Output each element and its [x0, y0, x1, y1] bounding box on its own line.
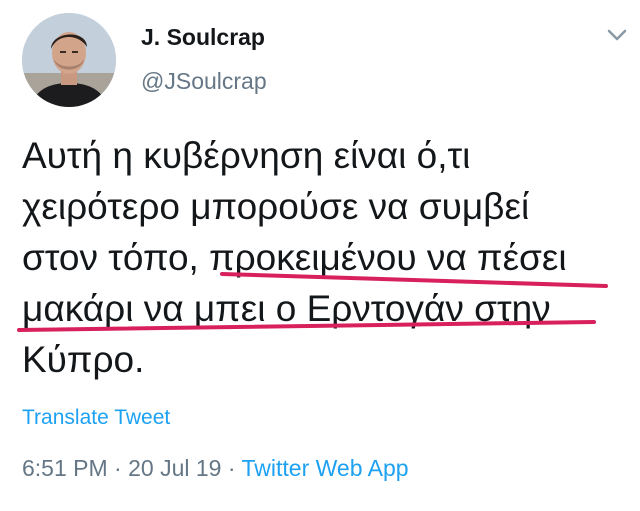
tweet-time[interactable]: 6:51 PM: [22, 455, 108, 481]
tweet-text-line: μακάρι να μπει ο Ερντογάν στην: [22, 288, 551, 329]
tweet-text-line: Κύπρο.: [22, 339, 145, 380]
tweet-card: J. Soulcrap @JSoulcrap Αυτή η κυβέρνηση …: [0, 0, 640, 511]
tweet-text-line: Αυτή η κυβέρνηση είναι ό,τι: [22, 135, 471, 176]
chevron-down-icon[interactable]: [603, 24, 631, 46]
tweet-text-line: στον τόπο, προκειμένου να πέσει: [22, 237, 567, 278]
translate-tweet-link[interactable]: Translate Tweet: [22, 406, 170, 430]
tweet-source-link[interactable]: Twitter Web App: [242, 455, 409, 481]
author-display-name[interactable]: J. Soulcrap: [141, 24, 265, 51]
tweet-text: Αυτή η κυβέρνηση είναι ό,τι χειρότερο μπ…: [22, 130, 622, 385]
tweet-date[interactable]: 20 Jul 19: [128, 455, 221, 481]
author-handle[interactable]: @JSoulcrap: [141, 68, 267, 95]
tweet-metadata: 6:51 PM · 20 Jul 19 · Twitter Web App: [22, 455, 409, 482]
meta-separator: ·: [221, 455, 242, 481]
tweet-text-line: χειρότερο μπορούσε να συμβεί: [22, 186, 530, 227]
avatar[interactable]: [22, 13, 116, 107]
meta-separator: ·: [107, 455, 129, 481]
avatar-photo: [22, 13, 116, 107]
